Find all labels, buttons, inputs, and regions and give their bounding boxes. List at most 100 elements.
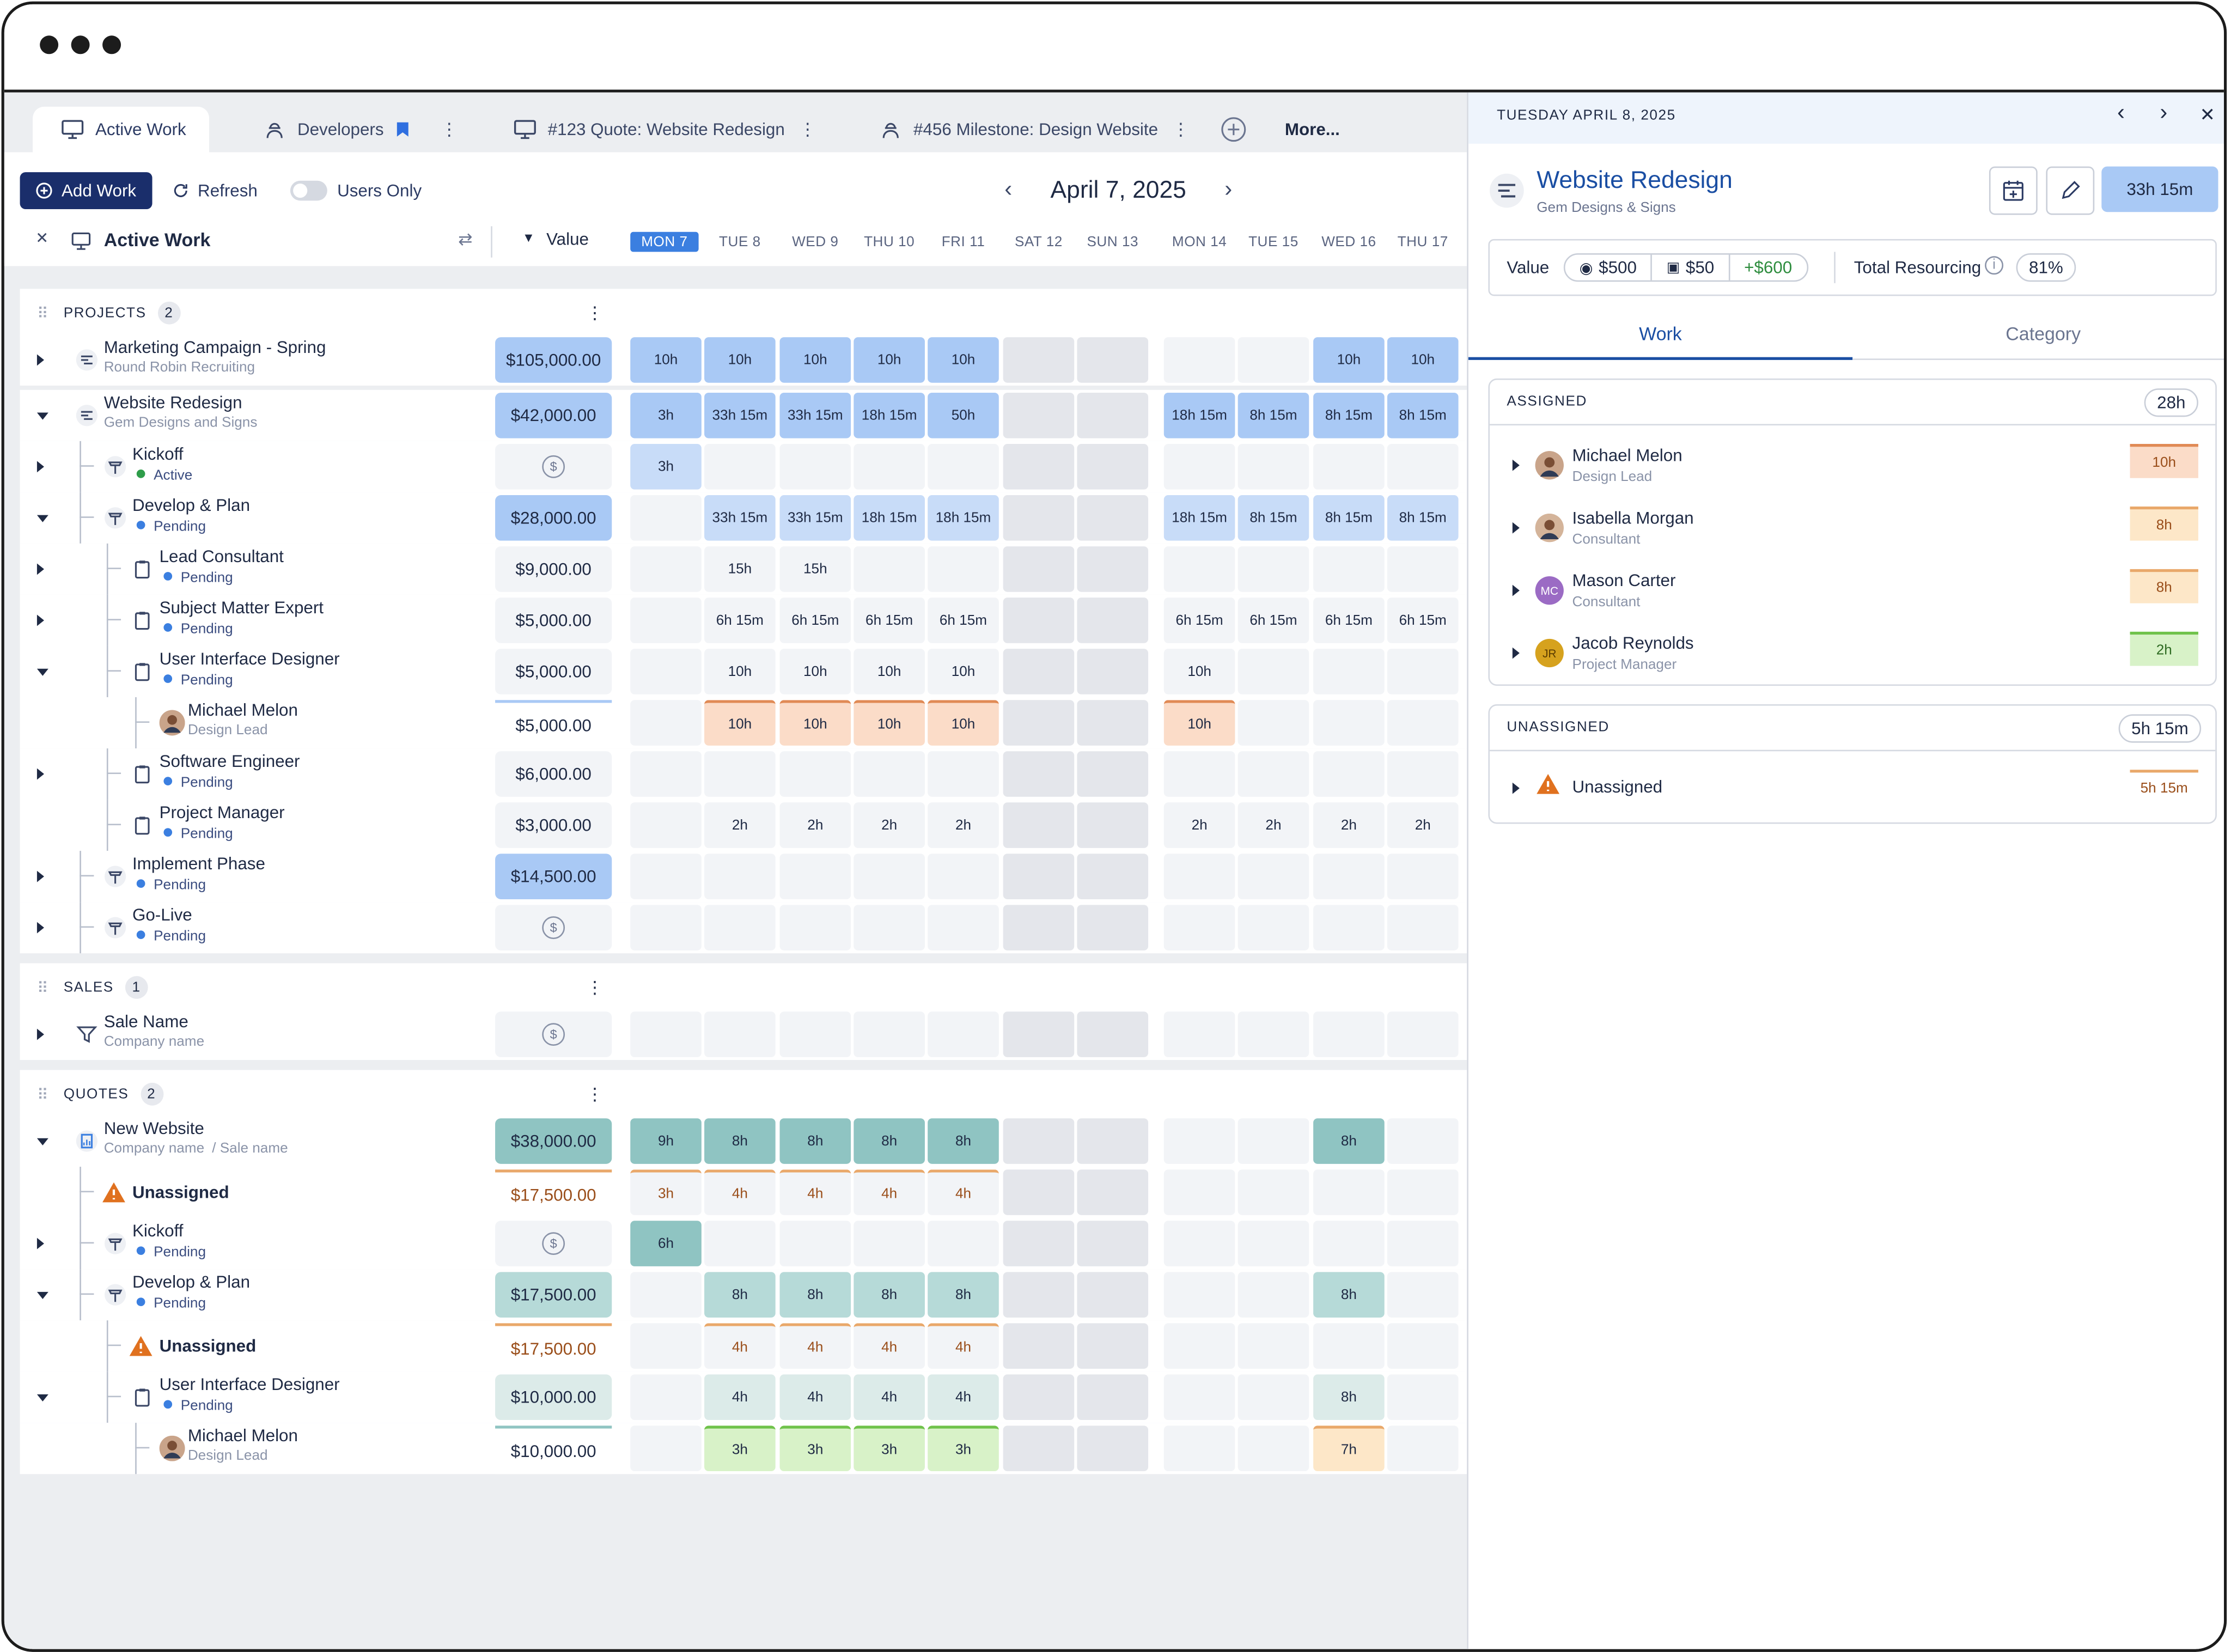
day-cell[interactable]: 8h 15m — [1313, 392, 1385, 438]
day-cell[interactable] — [1003, 905, 1075, 950]
add-work-button[interactable]: Add Work — [20, 172, 153, 209]
section-menu-icon[interactable]: ⋮ — [586, 1084, 604, 1105]
day-cell[interactable] — [779, 854, 851, 899]
add-value-button[interactable]: $ — [495, 444, 612, 490]
day-cell[interactable]: 9h — [630, 1118, 702, 1164]
day-cell[interactable] — [630, 1425, 702, 1472]
day-cell[interactable] — [1238, 1011, 1309, 1057]
day-cell[interactable] — [1387, 1169, 1459, 1215]
day-cell[interactable] — [1238, 1425, 1309, 1472]
day-cell[interactable] — [1163, 1272, 1235, 1318]
day-cell[interactable] — [854, 1221, 925, 1266]
day-cell[interactable] — [1163, 751, 1235, 797]
day-cell[interactable] — [1077, 1272, 1149, 1318]
day-cell[interactable]: 4h — [928, 1323, 999, 1369]
day-cell[interactable] — [1077, 854, 1149, 899]
collapse-all-icon[interactable]: ✕ — [35, 229, 48, 247]
day-cell[interactable] — [704, 854, 776, 899]
table-row[interactable]: Unassigned $17,500.00 3h 4h 4h 4h 4h — [20, 1167, 1467, 1218]
table-row[interactable]: Michael Melon Design Lead $10,000.00 3h 3h 3h… — [20, 1423, 1467, 1474]
day-cell[interactable]: 4h — [779, 1374, 851, 1421]
day-cell[interactable]: 4h — [928, 1374, 999, 1421]
day-cell[interactable]: 18h 15m — [1163, 392, 1235, 438]
add-value-button[interactable]: $ — [495, 1011, 612, 1057]
chevron-right-icon[interactable]: › — [2160, 101, 2168, 126]
day-cell[interactable]: 10h — [928, 337, 999, 383]
expand-icon[interactable] — [36, 1028, 44, 1040]
day-cell[interactable]: 6h 15m — [1238, 598, 1309, 643]
day-cell[interactable]: 10h — [779, 337, 851, 383]
day-cell[interactable] — [704, 751, 776, 797]
day-cell[interactable]: 10h — [854, 700, 925, 746]
day-cell[interactable] — [630, 751, 702, 797]
refresh-button[interactable]: Refresh — [157, 172, 272, 209]
day-cell[interactable] — [928, 546, 999, 592]
day-cell[interactable] — [1387, 1374, 1459, 1421]
day-cell[interactable] — [1077, 337, 1149, 383]
day-cell[interactable]: 15h — [779, 546, 851, 592]
day-cell[interactable]: 50h — [928, 392, 999, 438]
day-cell[interactable]: 2h — [1163, 802, 1235, 848]
day-cell[interactable] — [1387, 1118, 1459, 1164]
day-cell[interactable] — [630, 905, 702, 950]
day-cell[interactable] — [1003, 1272, 1075, 1318]
day-cell[interactable]: 10h — [1163, 700, 1235, 746]
day-cell[interactable] — [1387, 444, 1459, 490]
day-cell[interactable]: 8h — [1313, 1272, 1385, 1318]
day-cell[interactable]: 15h — [704, 546, 776, 592]
day-cell[interactable]: 8h — [779, 1272, 851, 1318]
day-cell[interactable]: 2h — [854, 802, 925, 848]
day-cell[interactable] — [1077, 751, 1149, 797]
section-menu-icon[interactable]: ⋮ — [586, 303, 604, 323]
day-cell[interactable] — [630, 700, 702, 746]
tab-menu-icon[interactable]: ⋮ — [441, 119, 458, 139]
day-cell[interactable] — [928, 751, 999, 797]
day-cell[interactable] — [1077, 495, 1149, 541]
day-cell[interactable] — [1313, 700, 1385, 746]
day-cell[interactable]: 10h — [1163, 649, 1235, 694]
table-row[interactable]: Software Engineer Pending $6,000.00 — [20, 748, 1467, 800]
day-cell[interactable]: 8h — [704, 1272, 776, 1318]
edit-button[interactable] — [2046, 166, 2095, 215]
day-cell[interactable] — [1238, 1118, 1309, 1164]
day-cell[interactable]: 6h 15m — [854, 598, 925, 643]
day-cell[interactable] — [779, 905, 851, 950]
day-cell[interactable]: 10h — [704, 337, 776, 383]
day-cell[interactable] — [1077, 802, 1149, 848]
bookmark-icon[interactable] — [395, 121, 409, 138]
day-cell[interactable] — [704, 444, 776, 490]
day-cell[interactable] — [1238, 649, 1309, 694]
day-cell[interactable] — [1313, 1169, 1385, 1215]
expand-icon[interactable] — [36, 461, 44, 473]
day-header[interactable]: THU 17 — [1387, 232, 1459, 252]
day-cell[interactable] — [1238, 905, 1309, 950]
day-cell[interactable]: 7h — [1313, 1425, 1385, 1472]
day-cell[interactable]: 6h 15m — [928, 598, 999, 643]
day-cell[interactable] — [704, 905, 776, 950]
drag-handle-icon[interactable]: ⠿ — [37, 978, 50, 997]
day-cell[interactable] — [1077, 1118, 1149, 1164]
day-cell[interactable]: 10h — [928, 700, 999, 746]
day-cell[interactable]: 8h — [854, 1118, 925, 1164]
day-header[interactable]: SAT 12 — [1003, 232, 1075, 252]
day-cell[interactable] — [1077, 598, 1149, 643]
day-cell[interactable] — [1313, 444, 1385, 490]
day-cell[interactable] — [1077, 905, 1149, 950]
expand-icon[interactable] — [36, 354, 44, 366]
table-row[interactable]: User Interface Designer Pending $5,000.00 1… — [20, 645, 1467, 697]
day-cell[interactable] — [1077, 700, 1149, 746]
users-only-toggle[interactable] — [290, 180, 327, 201]
day-cell[interactable]: 4h — [704, 1169, 776, 1215]
day-cell[interactable] — [779, 444, 851, 490]
day-cell[interactable]: 3h — [630, 392, 702, 438]
day-cell[interactable] — [1077, 1169, 1149, 1215]
day-cell[interactable]: 8h — [854, 1272, 925, 1318]
day-cell[interactable]: 4h — [704, 1323, 776, 1369]
day-header[interactable]: WED 9 — [780, 232, 851, 252]
tab-developers[interactable]: Developers ⋮ — [263, 107, 458, 153]
expand-icon[interactable] — [36, 1394, 48, 1402]
day-cell[interactable] — [1163, 444, 1235, 490]
day-cell[interactable] — [1003, 1374, 1075, 1421]
day-cell[interactable] — [1238, 751, 1309, 797]
table-row[interactable]: Develop & Plan Pending $17,500.00 8h 8h 8h 8h 8… — [20, 1269, 1467, 1321]
